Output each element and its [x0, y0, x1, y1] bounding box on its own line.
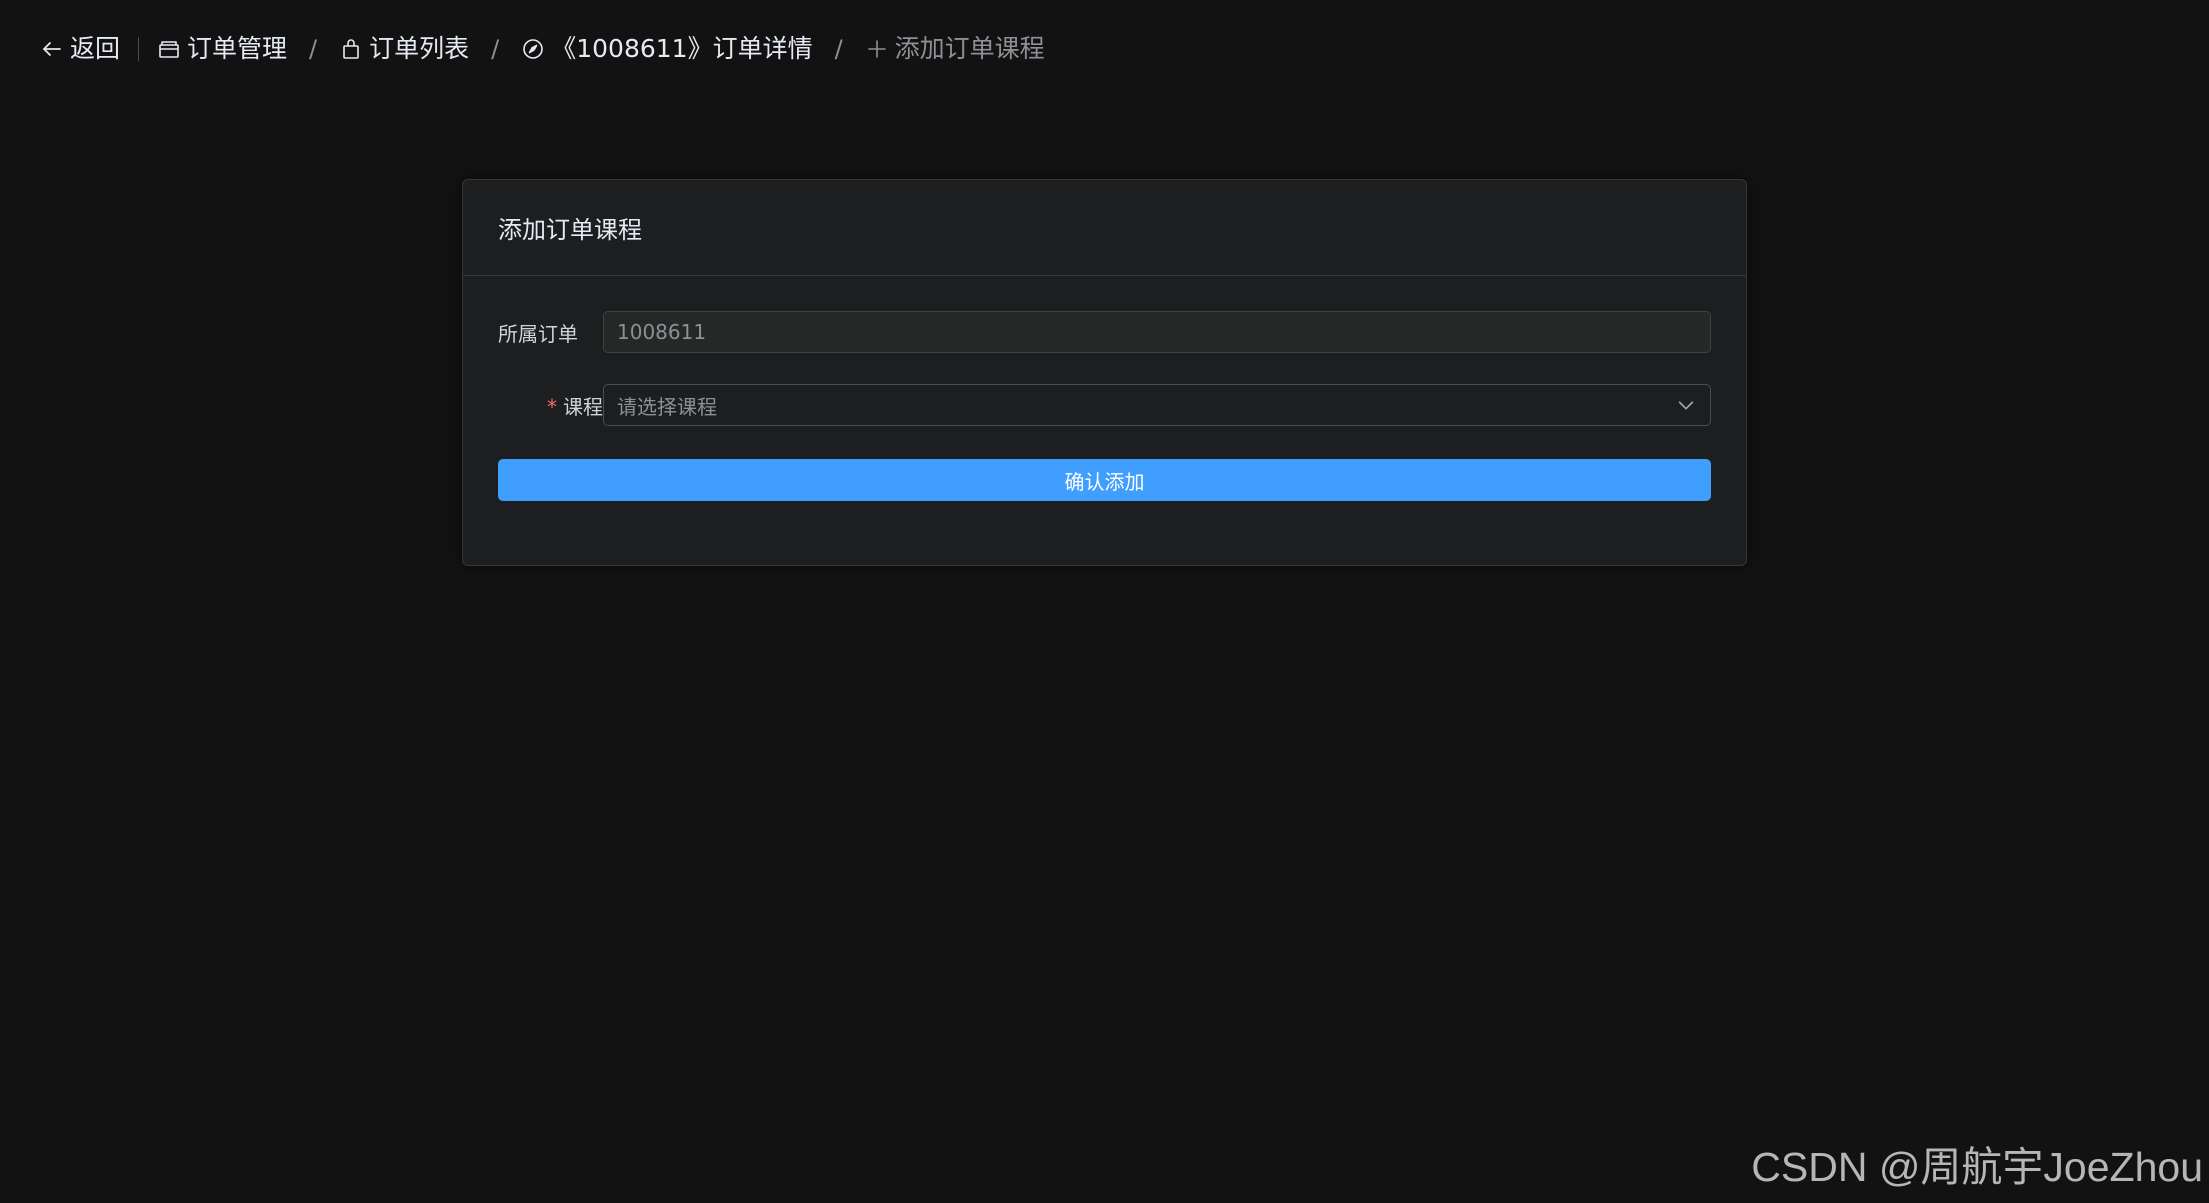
breadcrumb-separator: /	[834, 35, 843, 63]
course-select-placeholder: 请选择课程	[617, 394, 717, 419]
breadcrumb-label: 添加订单课程	[894, 34, 1045, 63]
page-header: 返回 订单管理 / 订单列表 / 《1008611》订单详情 / 添加订单课程	[40, 26, 1045, 72]
breadcrumb-label: 订单管理	[187, 34, 288, 63]
page: 返回 订单管理 / 订单列表 / 《1008611》订单详情 / 添加订单课程 …	[0, 0, 2209, 1203]
breadcrumb-order-list[interactable]: 订单列表	[339, 26, 469, 72]
add-course-card: 添加订单课程 所属订单 *课程 请选择课程	[462, 179, 1747, 566]
course-label: * 课程	[498, 391, 603, 420]
card-header: 添加订单课程	[463, 180, 1746, 276]
box-icon	[159, 41, 179, 58]
required-mark: *	[547, 394, 557, 419]
watermark: CSDN @周航宇JoeZhou	[1751, 1144, 2203, 1190]
arrow-left-icon	[43, 42, 61, 56]
order-field	[603, 311, 1711, 353]
breadcrumb-separator: /	[491, 35, 500, 63]
form-row-order: 所属订单	[498, 311, 1711, 353]
order-label: 所属订单	[498, 318, 603, 347]
header-divider	[138, 37, 140, 61]
course-label-text: 课程	[563, 394, 603, 419]
confirm-add-button[interactable]: 确认添加	[498, 459, 1711, 501]
add-course-form: 所属订单 *课程 请选择课程	[463, 276, 1746, 501]
breadcrumb-separator: /	[309, 35, 318, 63]
breadcrumb-order-management[interactable]: 订单管理	[157, 26, 287, 72]
course-select[interactable]: 请选择课程	[603, 384, 1711, 426]
order-label-text: 所属订单	[498, 321, 578, 346]
back-label: 返回	[70, 34, 121, 63]
card-title: 添加订单课程	[498, 216, 642, 244]
compass-icon	[523, 39, 544, 59]
shopping-bag-icon	[343, 39, 359, 59]
breadcrumb-label: 订单列表	[369, 34, 470, 63]
back-button[interactable]: 返回	[40, 26, 120, 72]
form-row-course: * 课程 请选择课程	[498, 384, 1711, 426]
breadcrumb-add-course: 添加订单课程	[865, 26, 1045, 72]
breadcrumb-order-detail[interactable]: 《1008611》订单详情	[521, 26, 813, 72]
chevron-down-icon	[1675, 394, 1697, 416]
plus-icon	[867, 40, 886, 58]
order-input	[617, 320, 1697, 344]
breadcrumb-label: 《1008611》订单详情	[551, 34, 813, 63]
